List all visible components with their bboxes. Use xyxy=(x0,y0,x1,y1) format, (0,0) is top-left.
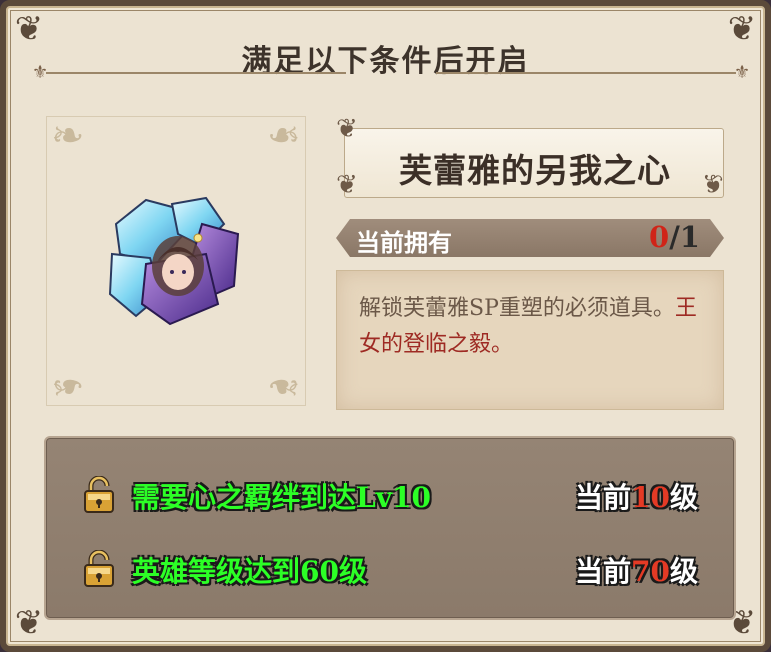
padlock-icon xyxy=(84,476,114,513)
title-divider-left xyxy=(46,72,346,74)
owned-current: 0 xyxy=(649,220,670,254)
owned-count: 0/1 xyxy=(649,220,700,254)
condition-text: 需要心之羁绊到达Lv10 xyxy=(132,481,431,514)
padlock-icon xyxy=(84,550,114,587)
conditions-box: 需要心之羁绊到达Lv10 当前10级 英雄等级达到60级 当前70级 xyxy=(44,436,736,620)
item-description: 解锁芙蕾雅SP重塑的必须道具。王女的登临之毅。 xyxy=(359,296,697,357)
fleur-icon: ⚜ xyxy=(32,62,49,83)
crystal-item-icon[interactable] xyxy=(106,194,246,329)
frame-swirl-icon: ❧ xyxy=(267,363,301,409)
condition-row: 需要心之羁绊到达Lv10 当前10级 xyxy=(46,468,734,518)
unlock-conditions-dialog: ❦ ❦ ❦ ❦ 满足以下条件后开启 ⚜ ⚜ ❧ ❧ ❧ ❧ ❦ ❦ ❦ 芙蕾雅的… xyxy=(0,0,771,652)
frame-swirl-icon: ❧ xyxy=(51,363,85,409)
ornament-swirl-icon: ❦ xyxy=(336,114,358,144)
frame-swirl-icon: ❧ xyxy=(51,113,85,159)
owned-count-bar: 当前拥有 0/1 xyxy=(336,219,724,257)
owned-label: 当前拥有 xyxy=(356,228,452,257)
condition-status: 当前10级 xyxy=(575,481,698,514)
title-divider-right xyxy=(436,72,736,74)
item-name: 芙蕾雅的另我之心 xyxy=(399,151,671,190)
item-name-banner: ❦ ❦ ❦ 芙蕾雅的另我之心 xyxy=(336,114,724,208)
condition-status: 当前70级 xyxy=(575,555,698,588)
owned-total: /1 xyxy=(669,220,700,254)
frame-swirl-icon: ❧ xyxy=(267,113,301,159)
condition-text: 英雄等级达到60级 xyxy=(132,555,367,588)
condition-row: 英雄等级达到60级 当前70级 xyxy=(46,542,734,592)
fleur-icon: ⚜ xyxy=(734,62,751,83)
item-description-box: 解锁芙蕾雅SP重塑的必须道具。王女的登临之毅。 xyxy=(336,270,724,410)
